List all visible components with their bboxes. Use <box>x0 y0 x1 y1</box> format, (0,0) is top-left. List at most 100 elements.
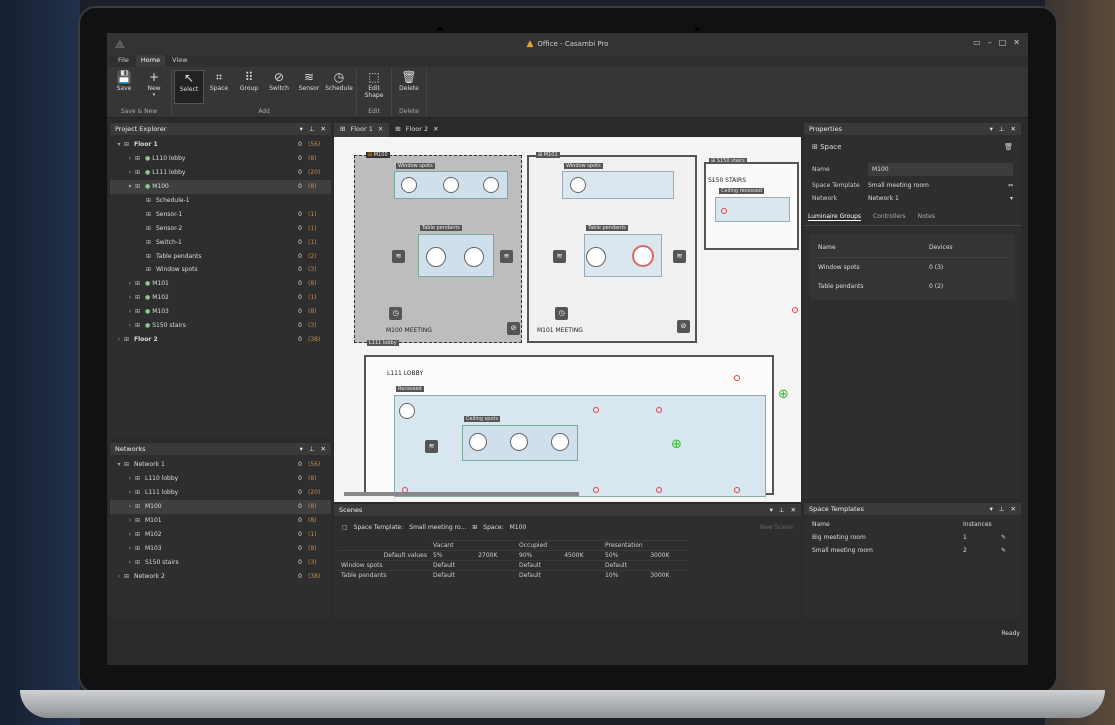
spot-light-icon[interactable] <box>399 403 415 419</box>
close-icon[interactable]: ✕ <box>321 125 326 133</box>
close-icon[interactable]: ✕ <box>791 506 796 514</box>
horizontal-scrollbar[interactable] <box>344 492 579 496</box>
close-icon[interactable]: ✕ <box>321 445 326 453</box>
recessed-light-icon[interactable] <box>721 208 727 214</box>
tab-floor-1[interactable]: ⊞ Floor 1 ✕ <box>334 123 390 137</box>
chevron-icon[interactable]: › <box>125 294 135 301</box>
table-row[interactable]: Small meeting room 2 ✎ <box>804 544 1021 557</box>
tab-floor-2[interactable]: ⊞ Floor 2 ✕ <box>389 123 444 137</box>
window-spots-tag[interactable]: Window spots <box>396 163 435 169</box>
chevron-icon[interactable]: › <box>125 517 135 524</box>
window-spots-tag-m101[interactable]: Window spots <box>564 163 603 169</box>
chevron-icon[interactable]: › <box>125 280 135 287</box>
tree-item[interactable]: › ⊞ M100 0 (8) <box>110 499 331 514</box>
space-template-field[interactable]: Small meeting room <box>868 182 1008 189</box>
switch-icon[interactable]: ⊘ <box>677 320 690 333</box>
spot-light-icon[interactable] <box>510 433 528 451</box>
tree-item[interactable]: ▾ ⊞ Floor 1 0 (56) <box>110 138 331 152</box>
edit-icon[interactable]: ✎ <box>1001 547 1006 554</box>
schedule-icon[interactable]: ◷ <box>555 307 568 320</box>
close-icon[interactable]: ✕ <box>1011 505 1016 513</box>
ceiling-recessed-tag[interactable]: Ceiling recessed <box>719 188 764 194</box>
sensor-icon[interactable]: ≋ <box>392 250 405 263</box>
chevron-icon[interactable]: › <box>125 308 135 315</box>
delete-button[interactable]: 🗑 Delete <box>394 70 424 92</box>
dropdown-icon[interactable]: ▾ <box>990 505 993 513</box>
pin-icon[interactable]: ⊥ <box>999 125 1005 133</box>
lobby-tag[interactable]: L111 lobby <box>367 340 399 346</box>
tree-item[interactable]: ⊞ Sensor-2 0 (1) <box>110 221 331 235</box>
dropdown-icon[interactable]: ▾ <box>770 506 773 514</box>
crosshair-icon[interactable]: ⊕ <box>671 437 682 452</box>
menu-home[interactable]: Home <box>135 55 166 67</box>
tab-controllers[interactable]: Controllers <box>873 213 906 221</box>
chevron-icon[interactable]: › <box>125 155 135 162</box>
table-row[interactable]: Window spots Default Default Default <box>338 560 688 571</box>
schedule-button[interactable]: ◷ Schedule <box>324 70 354 92</box>
pendant-light-icon[interactable] <box>632 245 654 267</box>
tree-item[interactable]: › ⊞ M101 0 (8) <box>110 514 331 528</box>
edit-shape-button[interactable]: ⬚ Edit Shape <box>359 70 389 99</box>
m101-tag[interactable]: ⊞ M101 <box>536 152 560 158</box>
table-row[interactable]: Default values 5% 2700K 90% 4500K 50% 3000K <box>338 550 688 561</box>
switch-icon[interactable]: ⊘ <box>507 322 520 335</box>
recessed-light-icon[interactable] <box>593 487 599 493</box>
maximize-icon[interactable]: □ <box>999 38 1007 47</box>
chevron-icon[interactable]: › <box>125 531 135 538</box>
dropdown-icon[interactable]: ▾ <box>300 445 303 453</box>
name-field[interactable]: M100 <box>868 163 1013 176</box>
sensor-icon[interactable]: ≋ <box>673 250 686 263</box>
tab-notes[interactable]: Notes <box>918 213 935 221</box>
tree-item[interactable]: › ⊞ M102 0 (1) <box>110 527 331 541</box>
close-icon[interactable]: ✕ <box>1013 38 1020 47</box>
tree-item[interactable]: › ⊞ ● L110 lobby 0 (8) <box>110 152 331 166</box>
tree-item[interactable]: › ⊞ ● M101 0 (8) <box>110 277 331 291</box>
ceiling-spots-tag[interactable]: Ceiling spots <box>464 416 501 422</box>
recessed-light-icon[interactable] <box>792 307 798 313</box>
chevron-icon[interactable]: › <box>125 503 135 510</box>
close-icon[interactable]: ✕ <box>433 125 438 135</box>
trash-icon[interactable]: 🗑 <box>1004 143 1013 151</box>
pin-icon[interactable]: ⊥ <box>779 506 785 514</box>
pin-icon[interactable]: ⊥ <box>309 125 315 133</box>
tree-item[interactable]: ▾ ⊞ Network 1 0 (56) <box>110 458 331 472</box>
schedule-icon[interactable]: ◷ <box>389 307 402 320</box>
tree-item[interactable]: › ⊞ ● S150 stairs 0 (3) <box>110 319 331 333</box>
tree-item[interactable]: › ⊞ S150 stairs 0 (3) <box>110 555 331 569</box>
tree-item[interactable]: ⊞ Table pendants 0 (2) <box>110 249 331 263</box>
sensor-button[interactable]: ≋ Sensor <box>294 70 324 92</box>
close-icon[interactable]: ✕ <box>378 125 383 135</box>
table-row[interactable]: Window spots 0 (3) <box>818 258 1007 277</box>
s150-tag[interactable]: ⊞ S150 stairs <box>709 158 747 164</box>
table-row[interactable]: Big meeting room 1 ✎ <box>804 531 1021 544</box>
tree-item[interactable]: › ⊞ Floor 2 0 (38) <box>110 332 331 346</box>
space-button[interactable]: ⌗ Space <box>204 70 234 92</box>
table-row[interactable]: Table pendants 0 (2) <box>818 277 1007 296</box>
floor-plan-canvas[interactable]: ⊞ M100 ⊞ M101 ⊞ S150 stairs Window spots… <box>334 137 801 502</box>
group-button[interactable]: ⠿ Group <box>234 70 264 92</box>
close-icon[interactable]: ✕ <box>1011 125 1016 133</box>
new-scene-button[interactable]: New Scene <box>760 524 793 531</box>
recessed-light-icon[interactable] <box>656 487 662 493</box>
recessed-light-icon[interactable] <box>734 375 740 381</box>
chevron-icon[interactable]: › <box>125 475 135 482</box>
spot-light-icon[interactable] <box>443 177 459 193</box>
table-pendants-tag-m101[interactable]: Table pendants <box>586 225 628 231</box>
m100-tag[interactable]: ⊞ M100 <box>366 152 390 158</box>
network-select[interactable]: Network 1 <box>868 195 1010 202</box>
spot-light-icon[interactable] <box>469 433 487 451</box>
tree-item[interactable]: › ⊞ M103 0 (8) <box>110 541 331 555</box>
sensor-icon[interactable]: ≋ <box>500 250 513 263</box>
recessed-light-icon[interactable] <box>656 407 662 413</box>
chevron-icon[interactable]: › <box>125 545 135 552</box>
link-icon[interactable]: ⇔ <box>1008 182 1013 189</box>
tree-item[interactable]: › ⊞ ● L111 lobby 0 (20) <box>110 166 331 180</box>
chevron-down-icon[interactable]: ▾ <box>1010 195 1013 202</box>
tree-item[interactable]: ⊞ Switch-1 0 (1) <box>110 235 331 249</box>
pendant-light-icon[interactable] <box>426 247 446 267</box>
chevron-icon[interactable]: › <box>125 559 135 566</box>
tree-item[interactable]: › ⊞ ● M102 0 (1) <box>110 291 331 305</box>
minimize-icon[interactable]: – <box>988 38 992 47</box>
table-row[interactable]: Table pendants Default Default 10% 3000K <box>338 570 688 581</box>
tree-item[interactable]: ⊞ Schedule-1 <box>110 194 331 208</box>
